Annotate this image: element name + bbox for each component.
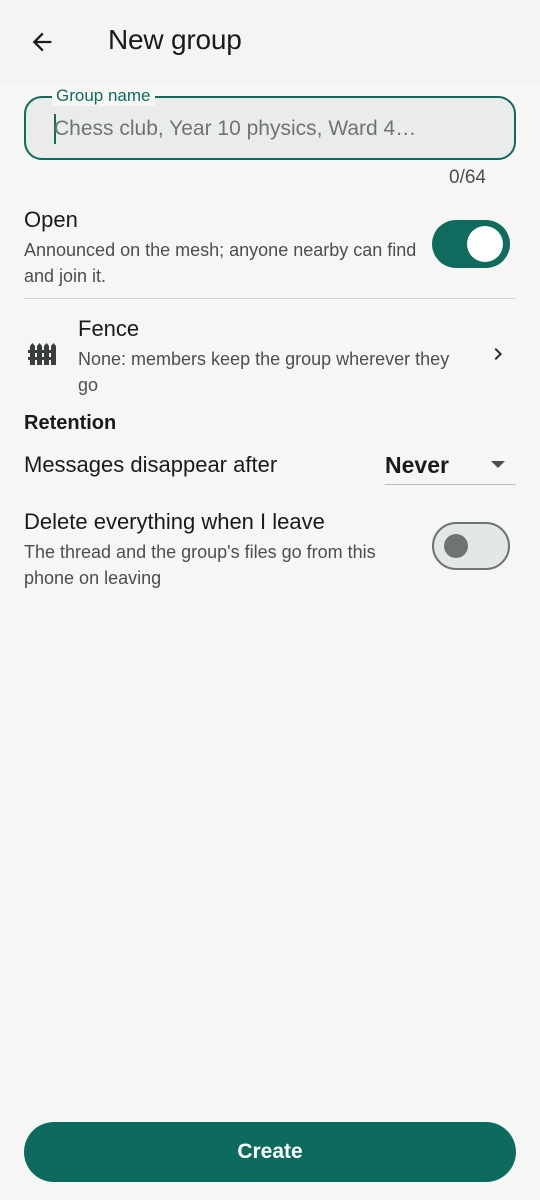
group-name-input[interactable]	[54, 116, 474, 142]
fence-setting-row[interactable]: Fence None: members keep the group where…	[0, 300, 540, 400]
delete-on-leave-title: Delete everything when I leave	[24, 509, 325, 534]
page-title: New group	[108, 24, 242, 55]
delete-on-leave-setting: Delete everything when I leave The threa…	[24, 509, 424, 591]
open-description: Announced on the mesh; anyone nearby can…	[24, 240, 417, 286]
create-button[interactable]: Create	[24, 1122, 516, 1182]
chevron-right-icon	[494, 348, 502, 360]
fence-text: Fence None: members keep the group where…	[78, 316, 468, 398]
retention-heading: Retention	[24, 412, 117, 434]
app-bar: New group	[0, 0, 540, 84]
back-button[interactable]	[22, 22, 62, 62]
toggle-knob	[467, 226, 503, 262]
open-title: Open	[24, 207, 78, 232]
character-counter: 0/64	[449, 167, 486, 188]
group-name-field[interactable]: Group name	[24, 86, 516, 160]
group-name-label: Group name	[52, 86, 155, 106]
divider	[24, 298, 516, 299]
fence-title: Fence	[78, 316, 140, 341]
toggle-knob	[444, 534, 468, 558]
messages-disappear-label: Messages disappear after	[24, 452, 278, 477]
open-toggle[interactable]	[432, 220, 510, 268]
open-setting: Open Announced on the mesh; anyone nearb…	[24, 207, 424, 289]
arrow-left-icon	[32, 32, 52, 52]
delete-on-leave-toggle[interactable]	[432, 522, 510, 570]
delete-on-leave-description: The thread and the group's files go from…	[24, 542, 376, 588]
fence-description: None: members keep the group wherever th…	[78, 349, 450, 395]
retention-selected-value: Never	[385, 452, 449, 478]
dropdown-arrow-icon	[491, 461, 505, 468]
retention-dropdown[interactable]: Never	[385, 446, 516, 485]
fence-icon	[28, 343, 56, 365]
